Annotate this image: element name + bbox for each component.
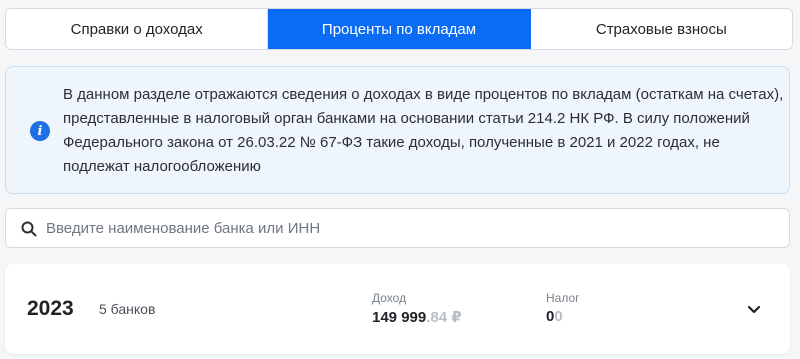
info-text: В данном разделе отражаются сведения о д… xyxy=(63,86,784,175)
page: Справки о доходах Проценты по вкладам Ст… xyxy=(0,0,800,359)
tab-deposit-interest[interactable]: Проценты по вкладам xyxy=(268,9,531,49)
info-banner: i В данном разделе отражаются сведения о… xyxy=(5,66,790,194)
tab-income-certificates[interactable]: Справки о доходах xyxy=(6,9,269,49)
tax-value: 00 xyxy=(546,308,563,325)
year-label: 2023 xyxy=(27,297,74,320)
income-label: Доход xyxy=(372,291,407,305)
tab-bar: Справки о доходах Проценты по вкладам Ст… xyxy=(5,8,793,50)
year-card[interactable]: 2023 5 банков Доход 149 999.84 ₽ Налог 0… xyxy=(5,264,790,354)
income-int: 149 999 xyxy=(372,309,427,326)
tab-insurance-contributions[interactable]: Страховые взносы xyxy=(531,9,792,49)
income-value: 149 999.84 ₽ xyxy=(372,308,462,326)
banks-count: 5 банков xyxy=(99,301,156,317)
tax-frac: 0 xyxy=(554,308,563,325)
info-icon: i xyxy=(30,121,50,141)
search-icon xyxy=(21,221,37,237)
chevron-down-icon[interactable] xyxy=(745,300,763,318)
search-input[interactable] xyxy=(46,209,776,247)
tax-label: Налог xyxy=(546,291,580,305)
income-frac: .84 ₽ xyxy=(426,309,462,326)
search-box xyxy=(5,208,790,248)
